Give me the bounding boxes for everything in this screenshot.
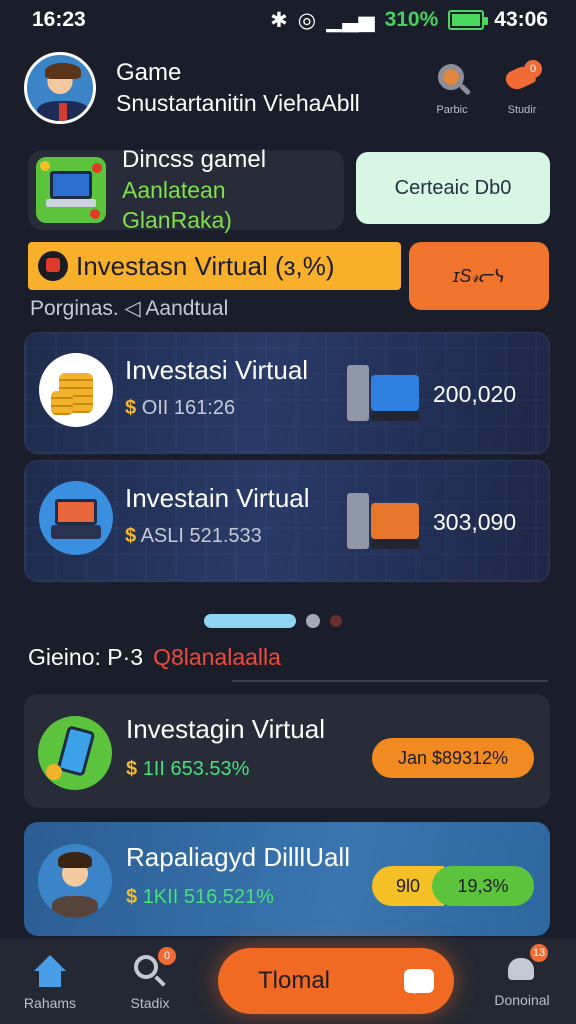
laptop-game-icon — [36, 157, 106, 223]
character-avatar-icon — [38, 844, 112, 918]
promo-split-pill[interactable]: 9l0 19,3% — [372, 866, 534, 906]
dollar-sign: $ — [125, 397, 137, 419]
nav-main-button[interactable]: Tlomal — [218, 948, 454, 1014]
game-card[interactable]: Dincss gamel Aanlatean GlanRaka) — [28, 146, 344, 233]
page-title: Game — [116, 59, 182, 86]
game-card-subtitle: Aanlatean GlanRaka) — [122, 177, 232, 233]
game-card-text: Dincss gamel Aanlatean GlanRaka) — [122, 145, 336, 235]
invest-banner-label: Investasn Virtual (ɜ,%) — [76, 250, 335, 281]
app-header: Game Snustartanitin ViehaAbll Parbic 0 S… — [0, 44, 576, 132]
promo-card[interactable]: Rapaliagyd DilllUall $ 1KII 516.521% 9l0… — [24, 822, 550, 936]
carousel-pagination — [204, 614, 342, 628]
avatar[interactable] — [24, 52, 96, 124]
virtual-card-code: OII — [141, 397, 169, 419]
dollar-sign: $ — [126, 758, 138, 780]
coins-icon — [39, 353, 113, 427]
nav-notifications-badge: 13 — [530, 944, 548, 962]
virtual-card[interactable]: Investain Virtual $ ASLI 521.533 303,090 — [24, 460, 550, 582]
virtual-card-subtitle: $ ASLI 521.533 — [125, 525, 262, 548]
promo-pill-right: 19,3% — [432, 866, 534, 906]
pin-button-label: Studir — [507, 104, 537, 116]
virtual-card-amount: 521.533 — [189, 525, 262, 547]
virtual-card-amount: 161:26 — [173, 397, 236, 419]
chat-icon — [404, 969, 434, 994]
nav-main-label: Tlomal — [258, 967, 331, 994]
promo-card-title: Investagin Virtual — [126, 714, 325, 744]
battery-icon — [448, 10, 489, 30]
server-icon — [347, 365, 425, 425]
status-bar: 16:23 ✱ ◎ ▁▃▅ 310% 43:06 — [0, 0, 576, 40]
nav-search-badge: 0 — [158, 947, 176, 965]
promo-pill-button[interactable]: Jan $89312% — [372, 738, 534, 778]
stats-row: Gieino: P·3 Q8lanalaalla — [28, 644, 281, 671]
alarm-icon: ◎ — [297, 8, 317, 32]
dollar-sign: $ — [126, 886, 138, 908]
promo-card-subtitle: $ 1II 653.53% — [126, 758, 249, 781]
orange-action-button[interactable]: ɪS𝓇ᓕᓭ — [409, 242, 549, 310]
status-time-right: 43:06 — [494, 8, 548, 31]
nav-notifications-label: Donoinal — [494, 992, 550, 1008]
divider — [232, 680, 548, 682]
play-icon — [38, 251, 68, 281]
promo-card-amount: 516.521% — [183, 886, 274, 908]
signal-icon: ▁▃▅ — [326, 8, 375, 32]
pin-badge: 0 — [524, 60, 542, 78]
promo-card-amount: 653.53% — [170, 758, 250, 780]
promo-card-code: 1KII — [142, 886, 179, 908]
nav-home[interactable]: Rahams — [0, 951, 100, 1011]
virtual-card-code: ASLI — [140, 525, 184, 547]
virtual-card-value: 303,090 — [433, 509, 517, 535]
dollar-sign: $ — [125, 525, 137, 547]
virtual-card-subtitle: $ OII 161:26 — [125, 397, 235, 420]
nav-home-label: Rahams — [23, 995, 77, 1011]
battery-percent: 310% — [384, 8, 439, 31]
console-icon — [39, 481, 113, 555]
bluetooth-icon: ✱ — [270, 8, 288, 32]
cta-button[interactable]: Certeaic Db0 — [356, 152, 550, 224]
pagination-dot[interactable] — [306, 614, 320, 628]
bell-icon: 13 — [502, 944, 548, 988]
virtual-card-title: Investasi Virtual — [125, 355, 309, 385]
virtual-card[interactable]: Investasi Virtual $ OII 161:26 200,020 — [24, 332, 550, 454]
stats-value: Q8lanalaalla — [153, 644, 281, 670]
promo-card-code: 1II — [142, 758, 165, 780]
phone-icon — [38, 716, 112, 790]
status-right: ✱ ◎ ▁▃▅ 310% 43:06 — [270, 8, 548, 33]
promo-card[interactable]: Investagin Virtual $ 1II 653.53% Jan $89… — [24, 694, 550, 808]
search-button[interactable]: Parbic — [422, 60, 482, 116]
home-icon — [30, 951, 70, 991]
header-text: Game Snustartanitin ViehaAbll — [116, 58, 412, 118]
nav-search[interactable]: 0 Stadix — [100, 947, 200, 1011]
page-subtitle: Snustartanitin ViehaAbll — [116, 90, 360, 116]
virtual-card-title: Investain Virtual — [125, 483, 310, 513]
search-icon — [432, 60, 472, 100]
game-card-title: Dincss gamel — [122, 146, 267, 173]
virtual-card-value: 200,020 — [433, 381, 517, 407]
server-icon — [347, 493, 425, 553]
nav-search-label: Stadix — [130, 995, 170, 1011]
pin-button[interactable]: 0 Studir — [492, 60, 552, 116]
stats-label: Gieino: P·3 — [28, 644, 144, 670]
nav-notifications[interactable]: 13 Donoinal — [472, 944, 572, 1008]
pagination-dot[interactable] — [330, 615, 342, 627]
section-label: Porginas. ◁ Aandtual — [30, 297, 229, 320]
pagination-dot-active[interactable] — [204, 614, 296, 628]
search-button-label: Parbic — [436, 104, 468, 116]
search-icon: 0 — [130, 947, 176, 991]
invest-banner[interactable]: Investasn Virtual (ɜ,%) — [28, 242, 401, 290]
promo-card-title: Rapaliagyd DilllUall — [126, 842, 350, 872]
promo-card-subtitle: $ 1KII 516.521% — [126, 886, 274, 909]
pin-icon: 0 — [502, 60, 542, 100]
status-time-left: 16:23 — [32, 8, 86, 31]
